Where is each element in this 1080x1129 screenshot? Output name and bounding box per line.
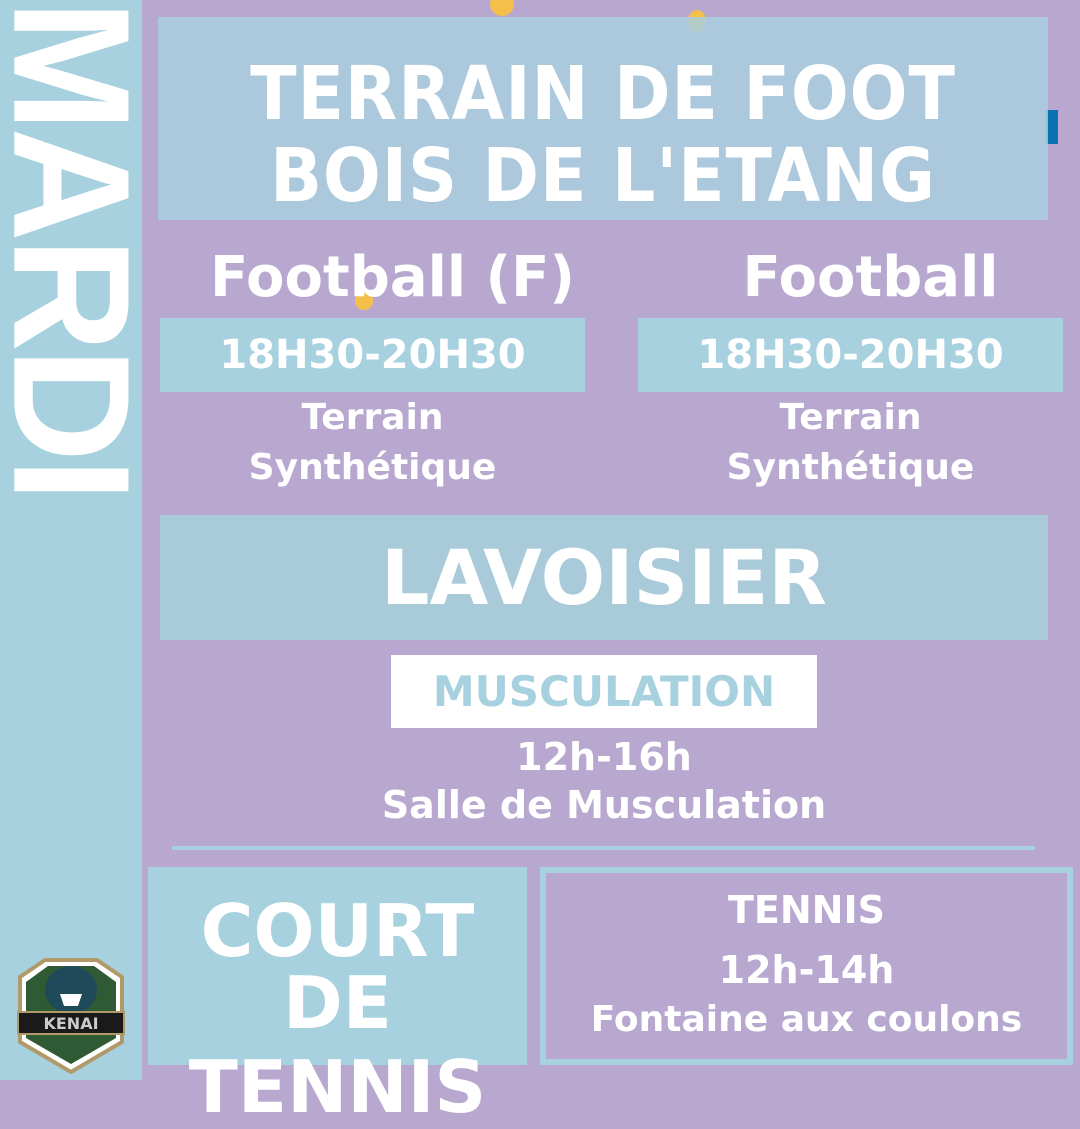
place-line1: Terrain [301, 397, 444, 438]
venue1-title-line2: BOIS DE L'ETANG [270, 133, 936, 219]
venue3-place: Fontaine aux coulons [590, 999, 1023, 1040]
venue3-title-line1: COURT DE [200, 889, 475, 1045]
place-line1: Terrain [779, 397, 922, 438]
activity-time: 18H30-20H30 [160, 318, 585, 392]
confetti-dot [490, 0, 514, 16]
place-line2: Synthétique [726, 447, 975, 488]
venue3-activity: TENNIS [728, 888, 885, 932]
venue1-title-box: TERRAIN DE FOOT BOIS DE L'ETANG [158, 17, 1048, 220]
venue3-title-line2: TENNIS [188, 1045, 487, 1129]
activity-name: Football (F) [210, 245, 575, 310]
activity-time: 18H30-20H30 [638, 318, 1063, 392]
day-label: MARDI [0, 0, 163, 600]
venue3-title-box: COURT DE TENNIS [148, 867, 527, 1123]
kenai-logo: KENAI [10, 952, 132, 1075]
venue1-title-line1: TERRAIN DE FOOT [250, 51, 956, 137]
venue2-time: 12h-16h [516, 735, 692, 779]
venue2-activity: MUSCULATION [391, 655, 817, 728]
activity-place: Terrain Synthétique [638, 393, 1063, 493]
venue3-info-box: TENNIS 12h-14h Fontaine aux coulons [540, 867, 1073, 1065]
activity-name: Football [638, 250, 1063, 306]
place-line2: Synthétique [248, 447, 497, 488]
venue2-place: Salle de Musculation [381, 783, 827, 827]
day-text: MARDI [0, 0, 164, 498]
logo-text: KENAI [43, 1014, 98, 1033]
venue2-title: LAVOISIER [160, 515, 1048, 640]
activity-name-text: Football [742, 245, 999, 310]
venue3-time: 12h-14h [718, 948, 895, 992]
divider [172, 846, 1035, 850]
activity-place: Terrain Synthétique [160, 393, 585, 493]
